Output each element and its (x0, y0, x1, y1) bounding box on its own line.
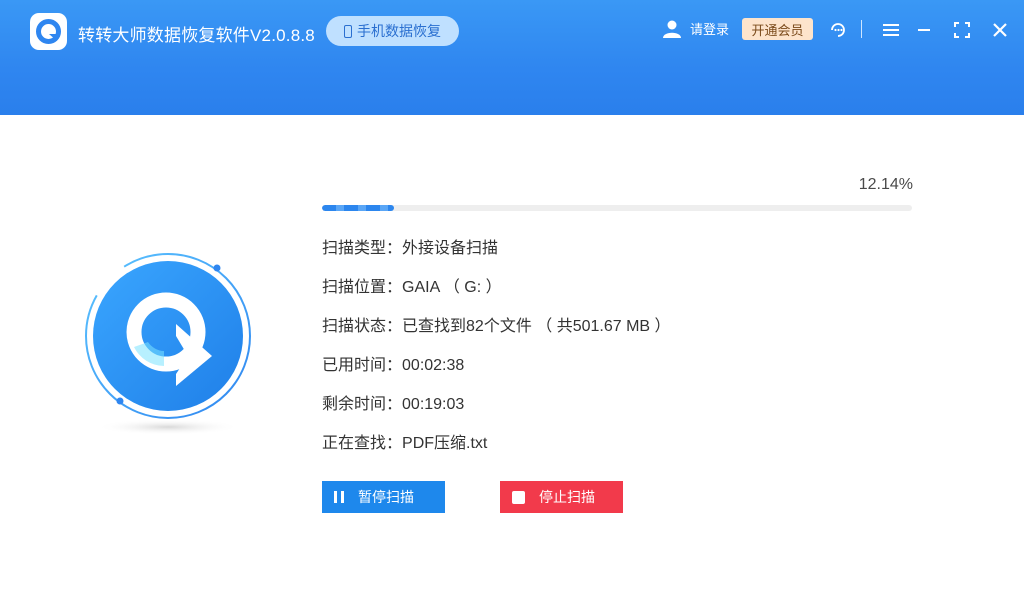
info-label: 剩余时间： (322, 396, 403, 413)
info-value: PDF压缩.txt (402, 435, 488, 452)
pause-scan-label: 暂停扫描 (358, 489, 414, 505)
info-value: 00:02:38 (402, 357, 465, 374)
vip-button[interactable]: 开通会员 (742, 18, 813, 40)
minimize-icon[interactable] (913, 19, 935, 41)
scan-progress-fill (322, 205, 394, 211)
scan-status-row: 扫描状态：已查找到82个文件 （ 共501.67 MB ） (322, 315, 671, 354)
progress-percentage: 12.14% (858, 176, 913, 193)
elapsed-time-row: 已用时间：00:02:38 (322, 354, 671, 393)
phone-icon (344, 24, 352, 38)
app-window: 转转大师数据恢复软件V2.0.8.8 手机数据恢复 请登录 开通会员 12.14… (0, 0, 1024, 614)
phone-recovery-button[interactable]: 手机数据恢复 (326, 16, 459, 46)
maximize-icon[interactable] (951, 19, 973, 41)
scan-type-row: 扫描类型：外接设备扫描 (322, 237, 671, 276)
support-icon[interactable] (827, 19, 849, 41)
info-label: 扫描状态： (322, 318, 403, 335)
phone-recovery-label: 手机数据恢复 (357, 23, 441, 39)
close-icon[interactable] (989, 19, 1011, 41)
stop-scan-button[interactable]: 停止扫描 (500, 481, 623, 513)
menu-icon[interactable] (880, 19, 902, 41)
info-label: 扫描位置： (322, 279, 403, 296)
stop-icon (512, 490, 525, 504)
pause-icon (334, 491, 344, 503)
info-value: 外接设备扫描 (402, 240, 499, 257)
info-label: 已用时间： (322, 357, 403, 374)
info-value: 00:19:03 (402, 396, 465, 413)
title-bar: 转转大师数据恢复软件V2.0.8.8 手机数据恢复 请登录 开通会员 (0, 0, 1024, 115)
scan-progress-bar (322, 205, 912, 211)
current-file-row: 正在查找：PDF压缩.txt (322, 432, 671, 471)
user-icon (663, 20, 681, 38)
app-logo-icon (30, 13, 67, 50)
scan-info-list: 扫描类型：外接设备扫描 扫描位置：GAIA （ G: ） 扫描状态：已查找到82… (322, 237, 671, 471)
info-value: GAIA （ G: ） (402, 279, 502, 296)
app-title: 转转大师数据恢复软件V2.0.8.8 (78, 26, 315, 45)
info-label: 正在查找： (322, 435, 403, 452)
scan-location-row: 扫描位置：GAIA （ G: ） (322, 276, 671, 315)
scan-illustration (84, 252, 254, 437)
stop-scan-label: 停止扫描 (539, 489, 595, 505)
info-value: 已查找到82个文件 （ 共501.67 MB ） (402, 318, 671, 335)
info-label: 扫描类型： (322, 240, 403, 257)
header-divider (861, 20, 862, 38)
pause-scan-button[interactable]: 暂停扫描 (322, 481, 445, 513)
login-label: 请登录 (690, 22, 730, 37)
login-link[interactable]: 请登录 (662, 19, 729, 38)
remaining-time-row: 剩余时间：00:19:03 (322, 393, 671, 432)
